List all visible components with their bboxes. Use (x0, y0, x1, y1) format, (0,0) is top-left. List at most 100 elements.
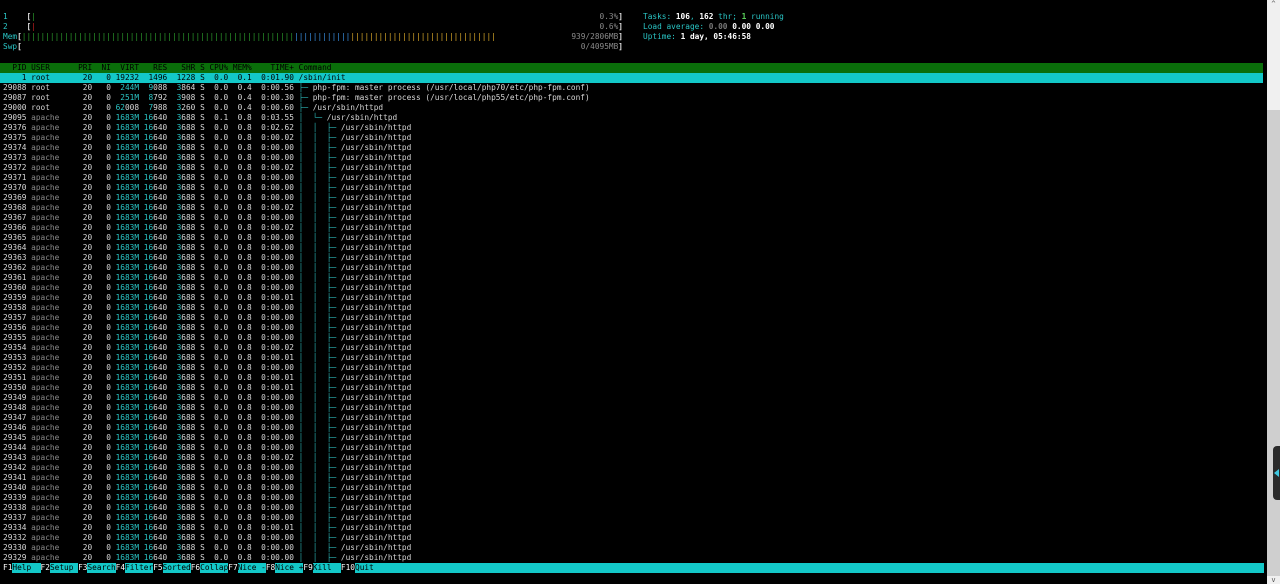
cell-user: root (31, 93, 50, 102)
col-ni[interactable]: NI (92, 63, 111, 73)
fkey-filter-button[interactable]: F4Filter (115, 563, 153, 573)
value-thousands: 3 (176, 513, 182, 522)
cell-ni: 0 (106, 263, 111, 272)
cell-time: 0:00.00 (261, 143, 294, 152)
process-row[interactable]: 29353 apache 20 0 1683M 16640 3688 S 0.0 0.8 0:00.… (0, 353, 1263, 363)
process-row[interactable]: 29347 apache 20 0 1683M 16640 3688 S 0.0 0.8 0:00.… (0, 413, 1263, 423)
process-row[interactable]: 29365 apache 20 0 1683M 16640 3688 S 0.0 0.8 0:00.… (0, 233, 1263, 243)
fkey-help-button[interactable]: F1Help (0, 563, 41, 573)
process-row[interactable]: 29355 apache 20 0 1683M 16640 3688 S 0.0 0.8 0:00.… (0, 333, 1263, 343)
col-mem[interactable]: MEM% (228, 63, 252, 73)
fkey-sorted-button[interactable]: F5Sorted (153, 563, 191, 573)
col-cpu[interactable]: CPU% (205, 63, 228, 73)
col-time[interactable]: TIME+ (252, 63, 293, 73)
col-state[interactable]: S (195, 63, 205, 73)
process-row[interactable]: 29362 apache 20 0 1683M 16640 3688 S 0.0 0.8 0:00.… (0, 263, 1263, 273)
process-row[interactable]: 29366 apache 20 0 1683M 16640 3688 S 0.0 0.8 0:00.… (0, 223, 1263, 233)
process-row[interactable]: 1 root 20 0 19232 1496 1228 S 0.0 0.1 0:01.90/sbin… (0, 73, 1263, 83)
process-row[interactable]: 29351 apache 20 0 1683M 16640 3688 S 0.0 0.8 0:00.… (0, 373, 1263, 383)
value-large: 1683M (115, 413, 140, 422)
process-row[interactable]: 29346 apache 20 0 1683M 16640 3688 S 0.0 0.8 0:00.… (0, 423, 1263, 433)
cell-time: 0:00.01 (261, 383, 294, 392)
process-row[interactable]: 29330 apache 20 0 1683M 16640 3688 S 0.0 0.8 0:00.… (0, 543, 1263, 553)
process-row[interactable]: 29358 apache 20 0 1683M 16640 3688 S 0.0 0.8 0:00.… (0, 303, 1263, 313)
process-row[interactable]: 29338 apache 20 0 1683M 16640 3688 S 0.0 0.8 0:00.… (0, 503, 1263, 513)
process-table[interactable]: PID USER PRI NI VIRT RES SHR S CPU% MEM% TIME+ Comm… (0, 63, 1263, 563)
col-virt[interactable]: VIRT (111, 63, 139, 73)
cell-mem: 0.8 (237, 133, 252, 142)
col-pid[interactable]: PID (3, 63, 26, 73)
process-row[interactable]: 29374 apache 20 0 1683M 16640 3688 S 0.0 0.8 0:00.… (0, 143, 1263, 153)
col-shr[interactable]: SHR (167, 63, 195, 73)
cell-cpu: 0.0 (214, 153, 229, 162)
process-row[interactable]: 29376 apache 20 0 1683M 16640 3688 S 0.0 0.8 0:02.… (0, 123, 1263, 133)
col-command[interactable]: Command (299, 63, 332, 73)
cell-s: S (200, 293, 205, 302)
fkey-nice-button[interactable]: F8Nice + (265, 563, 303, 573)
fkey-quit-button[interactable]: F10Quit (340, 563, 384, 573)
process-row[interactable]: 29364 apache 20 0 1683M 16640 3688 S 0.0 0.8 0:00.… (0, 243, 1263, 253)
process-row[interactable]: 29329 apache 20 0 1683M 16640 3688 S 0.0 0.8 0:00.… (0, 553, 1263, 563)
fkey-search-button[interactable]: F3Search (78, 563, 116, 573)
process-row[interactable]: 29087 root 20 0 251M 8792 3908 S 0.0 0.4 0:00.30 ├─… (0, 93, 1263, 103)
process-row[interactable]: 29373 apache 20 0 1683M 16640 3688 S 0.0 0.8 0:00.… (0, 153, 1263, 163)
cell-pid: 29371 (3, 173, 27, 182)
value-thousands: 3 (176, 183, 182, 192)
process-row[interactable]: 29369 apache 20 0 1683M 16640 3688 S 0.0 0.8 0:00.… (0, 193, 1263, 203)
process-row[interactable]: 29359 apache 20 0 1683M 16640 3688 S 0.0 0.8 0:00.… (0, 293, 1263, 303)
process-row[interactable]: 29372 apache 20 0 1683M 16640 3688 S 0.0 0.8 0:00.… (0, 163, 1263, 173)
cell-cpu: 0.0 (214, 503, 229, 512)
process-row[interactable]: 29357 apache 20 0 1683M 16640 3688 S 0.0 0.8 0:00.… (0, 313, 1263, 323)
process-row[interactable]: 29361 apache 20 0 1683M 16640 3688 S 0.0 0.8 0:00.… (0, 273, 1263, 283)
process-row[interactable]: 29000 root 20 0 62008 7988 3260 S 0.0 0.4 0:00.60 ├… (0, 103, 1263, 113)
process-row[interactable]: 29349 apache 20 0 1683M 16640 3688 S 0.0 0.8 0:00.… (0, 393, 1263, 403)
fkey-kill-button[interactable]: F9Kill (303, 563, 341, 573)
command-text: /usr/sbin/httpd (340, 403, 412, 412)
process-row[interactable]: 29348 apache 20 0 1683M 16640 3688 S 0.0 0.8 0:00.… (0, 403, 1263, 413)
process-row[interactable]: 29356 apache 20 0 1683M 16640 3688 S 0.0 0.8 0:00.… (0, 323, 1263, 333)
cell-cpu: 0.0 (214, 253, 229, 262)
process-row[interactable]: 29360 apache 20 0 1683M 16640 3688 S 0.0 0.8 0:00.… (0, 283, 1263, 293)
process-row[interactable]: 29342 apache 20 0 1683M 16640 3688 S 0.0 0.8 0:00.… (0, 463, 1263, 473)
process-row[interactable]: 29375 apache 20 0 1683M 16640 3688 S 0.0 0.8 0:00.… (0, 133, 1263, 143)
process-row[interactable]: 29343 apache 20 0 1683M 16640 3688 S 0.0 0.8 0:00.… (0, 453, 1263, 463)
value-thousands: 16 (143, 423, 154, 432)
process-row[interactable]: 29370 apache 20 0 1683M 16640 3688 S 0.0 0.8 0:00.… (0, 183, 1263, 193)
side-panel-toggle[interactable] (1273, 446, 1280, 500)
process-row[interactable]: 29088 root 20 0 244M 9088 3864 S 0.0 0.4 0:00.56 ├─… (0, 83, 1263, 93)
cell-cpu: 0.0 (214, 273, 229, 282)
process-row[interactable]: 29340 apache 20 0 1683M 16640 3688 S 0.0 0.8 0:00.… (0, 483, 1263, 493)
process-row[interactable]: 29367 apache 20 0 1683M 16640 3688 S 0.0 0.8 0:00.… (0, 213, 1263, 223)
process-row[interactable]: 29345 apache 20 0 1683M 16640 3688 S 0.0 0.8 0:00.… (0, 433, 1263, 443)
tree-branch-icon: │ │ ├─ (298, 373, 341, 382)
scroll-up-icon[interactable]: ^ (1267, 0, 1280, 8)
process-row[interactable]: 29337 apache 20 0 1683M 16640 3688 S 0.0 0.8 0:00.… (0, 513, 1263, 523)
cell-ni: 0 (106, 453, 111, 462)
process-row[interactable]: 29350 apache 20 0 1683M 16640 3688 S 0.0 0.8 0:00.… (0, 383, 1263, 393)
fkey-nice-button[interactable]: F7Nice - (228, 563, 266, 573)
process-row[interactable]: 29095 apache 20 0 1683M 16640 3688 S 0.1 0.8 0:03.… (0, 113, 1263, 123)
process-row[interactable]: 29341 apache 20 0 1683M 16640 3688 S 0.0 0.8 0:00.… (0, 473, 1263, 483)
cell-virt: 1683M (111, 123, 139, 133)
process-row[interactable]: 29332 apache 20 0 1683M 16640 3688 S 0.0 0.8 0:00.… (0, 533, 1263, 543)
cell-pid: 29330 (3, 543, 27, 552)
col-user[interactable]: USER (31, 63, 73, 73)
command-text: /usr/sbin/httpd (340, 193, 412, 202)
col-pri[interactable]: PRI (73, 63, 92, 73)
cell-shr: 3688 (176, 453, 196, 462)
scroll-down-icon[interactable]: v (1267, 576, 1280, 584)
process-row[interactable]: 29344 apache 20 0 1683M 16640 3688 S 0.0 0.8 0:00.… (0, 443, 1263, 453)
scrollbar-thumb[interactable] (1267, 8, 1280, 110)
process-row[interactable]: 29334 apache 20 0 1683M 16640 3688 S 0.0 0.8 0:00.… (0, 523, 1263, 533)
fkey-collap-button[interactable]: F6Collap (190, 563, 228, 573)
fkey-setup-button[interactable]: F2Setup (40, 563, 79, 573)
process-row[interactable]: 29354 apache 20 0 1683M 16640 3688 S 0.0 0.8 0:00.… (0, 343, 1263, 353)
cell-time: 0:00.00 (261, 473, 294, 482)
process-row[interactable]: 29368 apache 20 0 1683M 16640 3688 S 0.0 0.8 0:00.… (0, 203, 1263, 213)
col-res[interactable]: RES (139, 63, 167, 73)
process-row[interactable]: 29363 apache 20 0 1683M 16640 3688 S 0.0 0.8 0:00.… (0, 253, 1263, 263)
process-row[interactable]: 29371 apache 20 0 1683M 16640 3688 S 0.0 0.8 0:00.… (0, 173, 1263, 183)
process-row[interactable]: 29339 apache 20 0 1683M 16640 3688 S 0.0 0.8 0:00.… (0, 493, 1263, 503)
process-row[interactable]: 29352 apache 20 0 1683M 16640 3688 S 0.0 0.8 0:00.… (0, 363, 1263, 373)
tree-branch-icon: │ │ ├─ (298, 323, 341, 332)
